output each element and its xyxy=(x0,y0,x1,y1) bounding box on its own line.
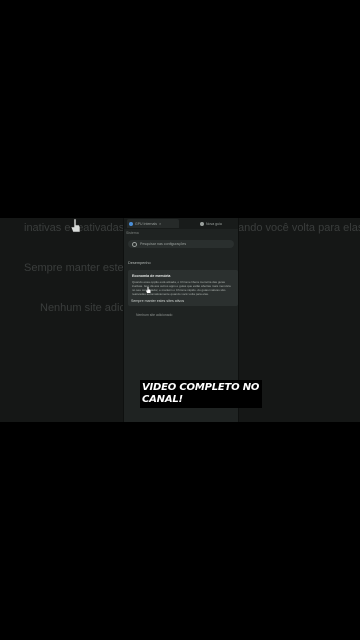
bg-line-3: Nenhum site adic xyxy=(40,302,125,314)
bg-line-2: Sempre manter estes xyxy=(24,262,130,274)
always-active-sites-title: Sempre manter estes sites ativos xyxy=(131,299,185,303)
section-title: Desempenho xyxy=(128,261,151,265)
tab-bar: GPU Internals × Nova guia xyxy=(124,218,238,229)
tab-label: Nova guia xyxy=(206,221,222,226)
settings-search-input[interactable]: Pesquisar nas configurações xyxy=(128,240,234,248)
hand-cursor-icon xyxy=(70,218,81,233)
tab-gpu-internals[interactable]: GPU Internals × xyxy=(127,219,179,228)
tab-label: GPU Internals xyxy=(135,221,157,226)
no-sites-text: Nenhum site adicionado xyxy=(136,313,173,317)
breadcrumb: Sistema xyxy=(126,231,139,235)
tab-new[interactable]: Nova guia xyxy=(182,219,238,228)
caption-line-1: VIDEO COMPLETO NO xyxy=(142,382,260,393)
bg-line-1-tail: ando você volta para elas xyxy=(238,222,360,234)
memory-saver-title: Economia de memória xyxy=(132,274,171,278)
hand-cursor-icon xyxy=(146,287,151,293)
caption-line-2: CANAL! xyxy=(142,394,183,405)
globe-icon xyxy=(200,221,204,226)
close-icon[interactable]: × xyxy=(159,221,161,226)
video-caption-overlay: VIDEO COMPLETO NO CANAL! xyxy=(140,380,263,408)
search-icon xyxy=(132,241,137,247)
chrome-icon xyxy=(129,221,133,226)
search-placeholder: Pesquisar nas configurações xyxy=(140,242,187,246)
